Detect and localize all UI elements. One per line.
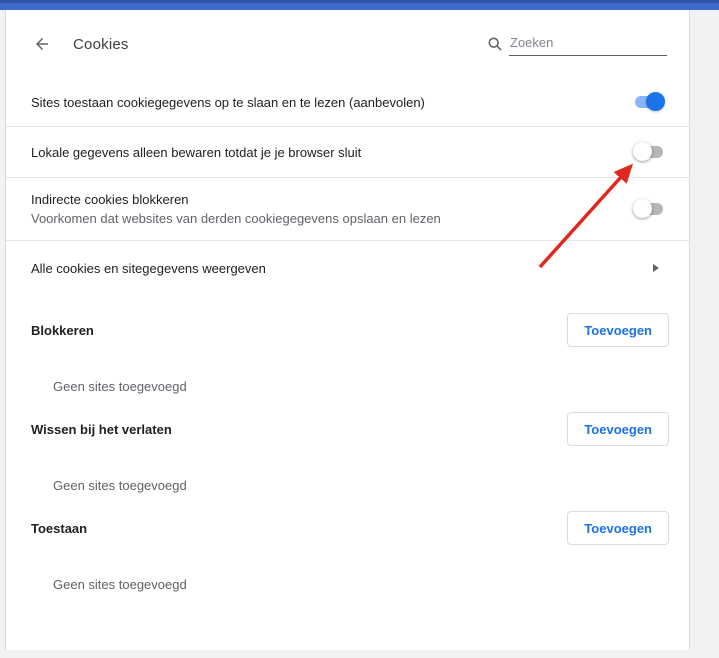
- section-title: Toestaan: [31, 521, 87, 536]
- add-button-toestaan[interactable]: Toevoegen: [567, 511, 669, 545]
- setting-row-indirecte-cookies: Indirecte cookies blokkeren Voorkomen da…: [6, 178, 689, 241]
- empty-list-text: Geen sites toegevoegd: [53, 478, 689, 493]
- section-wissen: Wissen bij het verlaten Toevoegen Geen s…: [6, 412, 689, 493]
- section-header: Toestaan Toevoegen: [6, 511, 689, 545]
- search-input[interactable]: [509, 32, 667, 56]
- browser-top-bar: [0, 0, 719, 10]
- section-title: Blokkeren: [31, 323, 94, 338]
- row-alle-cookies-weergeven[interactable]: Alle cookies en sitegegevens weergeven: [6, 241, 689, 295]
- section-title: Wissen bij het verlaten: [31, 422, 172, 437]
- chevron-right-icon: [653, 264, 659, 272]
- setting-label: Lokale gegevens alleen bewaren totdat je…: [31, 144, 635, 161]
- setting-label: Sites toestaan cookiegegevens op te slaa…: [31, 94, 635, 111]
- page-title: Cookies: [73, 36, 129, 53]
- empty-list-text: Geen sites toegevoegd: [53, 577, 689, 592]
- setting-row-sites-toestaan: Sites toestaan cookiegegevens op te slaa…: [6, 78, 689, 127]
- page-header: Cookies: [6, 10, 689, 78]
- setting-row-lokale-gegevens: Lokale gegevens alleen bewaren totdat je…: [6, 127, 689, 178]
- section-blokkeren: Blokkeren Toevoegen Geen sites toegevoeg…: [6, 313, 689, 394]
- empty-list-text: Geen sites toegevoegd: [53, 379, 689, 394]
- back-arrow-icon: [33, 35, 51, 53]
- add-button-wissen[interactable]: Toevoegen: [567, 412, 669, 446]
- setting-label: Indirecte cookies blokkeren Voorkomen da…: [31, 191, 635, 227]
- search-icon: [488, 37, 502, 51]
- section-header: Wissen bij het verlaten Toevoegen: [6, 412, 689, 446]
- section-header: Blokkeren Toevoegen: [6, 313, 689, 347]
- back-button[interactable]: [31, 33, 53, 55]
- toggle-knob: [633, 142, 652, 161]
- toggle-knob: [646, 92, 665, 111]
- toggle-knob: [633, 199, 652, 218]
- section-toestaan: Toestaan Toevoegen Geen sites toegevoegd: [6, 511, 689, 592]
- add-button-blokkeren[interactable]: Toevoegen: [567, 313, 669, 347]
- toggle-lokale-gegevens[interactable]: [635, 146, 663, 158]
- toggle-sites-toestaan[interactable]: [635, 96, 663, 108]
- search-box: [488, 32, 667, 56]
- toggle-indirecte-cookies[interactable]: [635, 203, 663, 215]
- setting-label: Alle cookies en sitegegevens weergeven: [31, 260, 653, 277]
- settings-card: Cookies Sites toestaan cookiegegevens op…: [5, 10, 690, 650]
